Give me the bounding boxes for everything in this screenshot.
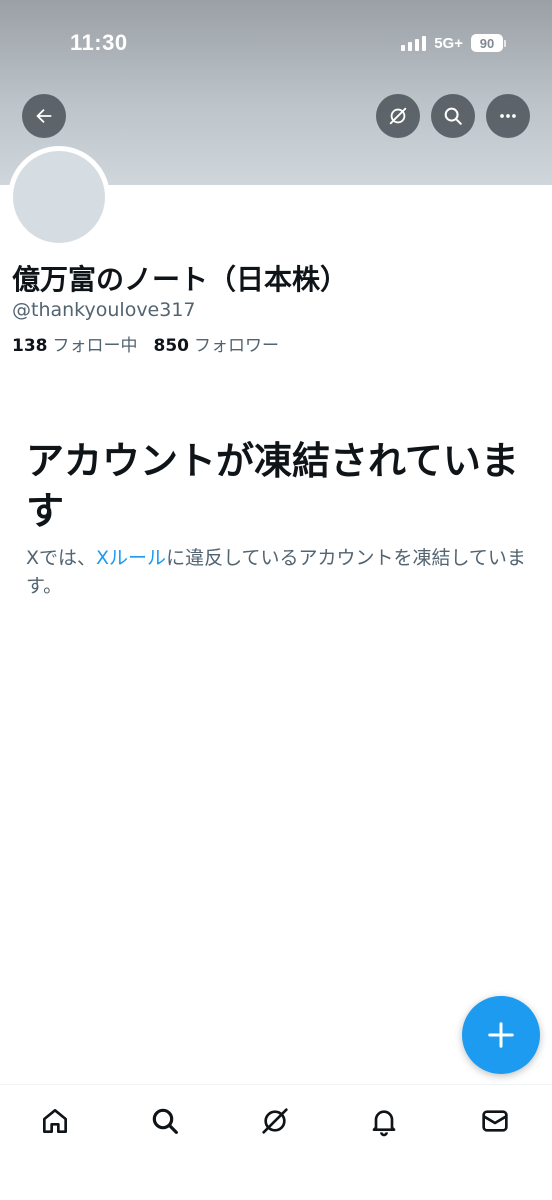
search-icon xyxy=(444,107,462,125)
plus-icon xyxy=(488,1022,514,1048)
avatar[interactable] xyxy=(8,146,110,248)
battery-level: 90 xyxy=(471,34,503,52)
bell-icon xyxy=(372,1110,396,1137)
following-link[interactable]: 138 フォロー中 xyxy=(12,331,138,356)
grok-icon xyxy=(262,1108,288,1134)
nav-search[interactable] xyxy=(147,1103,183,1139)
suspended-description: Xでは、Xルールに違反しているアカウントを凍結しています。 xyxy=(26,544,526,600)
battery-icon: 90 xyxy=(471,34,506,52)
bottom-navigation xyxy=(0,1084,552,1200)
suspended-desc-prefix: Xでは、 xyxy=(26,547,97,569)
signal-icon xyxy=(401,35,427,51)
search-button[interactable] xyxy=(431,94,475,138)
status-time: 11:30 xyxy=(70,30,128,55)
more-button[interactable] xyxy=(486,94,530,138)
mail-icon xyxy=(482,1110,508,1132)
following-count: 138 xyxy=(12,336,48,356)
nav-home[interactable] xyxy=(37,1103,73,1139)
network-type: 5G+ xyxy=(434,34,463,52)
nav-notifications[interactable] xyxy=(366,1103,402,1139)
status-indicators: 5G+ 90 xyxy=(401,34,506,52)
grok-button[interactable] xyxy=(376,94,420,138)
x-rules-link[interactable]: Xルール xyxy=(96,547,166,569)
user-handle: @thankyoulove317 xyxy=(12,299,196,321)
arrow-left-icon xyxy=(36,108,52,124)
suspended-title: アカウントが凍結されています xyxy=(26,439,519,533)
nav-grok[interactable] xyxy=(257,1103,293,1139)
nav-messages[interactable] xyxy=(477,1103,513,1139)
following-label: フォロー中 xyxy=(52,336,138,356)
more-horizontal-icon xyxy=(500,114,516,118)
display-name: 億万富のノート（日本株） xyxy=(12,263,349,296)
followers-link[interactable]: 850 フォロワー xyxy=(154,331,280,356)
back-button[interactable] xyxy=(22,94,66,138)
followers-label: フォロワー xyxy=(194,336,279,356)
compose-button[interactable] xyxy=(462,996,540,1074)
followers-count: 850 xyxy=(153,336,190,356)
home-icon xyxy=(43,1109,67,1133)
status-bar: 11:30 5G+ 90 xyxy=(0,0,552,90)
follow-stats: 138 フォロー中 850 フォロワー xyxy=(12,331,279,356)
grok-icon xyxy=(389,107,407,125)
search-icon xyxy=(152,1108,178,1134)
